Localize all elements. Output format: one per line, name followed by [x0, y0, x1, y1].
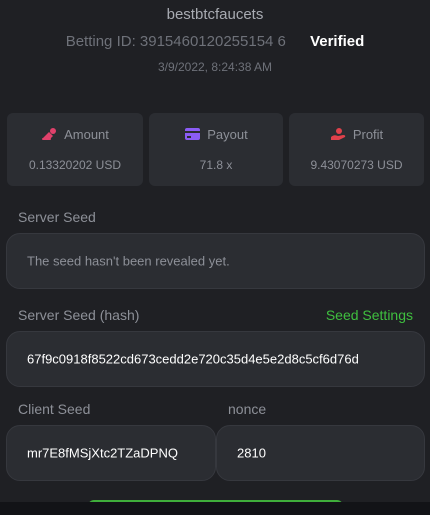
server-seed-hash-label: Server Seed (hash)	[18, 307, 140, 323]
server-seed-hash-value: 67f9c0918f8522cd673cedd2e720c35d4e5e2d8c…	[27, 351, 359, 367]
server-seed-value: The seed hasn't been revealed yet.	[27, 253, 230, 269]
server-seed-hash-field[interactable]: 67f9c0918f8522cd673cedd2e720c35d4e5e2d8c…	[6, 331, 425, 387]
amount-value: 0.13320202 USD	[28, 158, 122, 172]
amount-label: Amount	[64, 127, 109, 142]
nonce-field[interactable]: 2810	[216, 425, 425, 481]
profit-label: Profit	[352, 127, 384, 142]
seed-settings-link[interactable]: Seed Settings	[326, 307, 413, 323]
bet-info-line: Betting ID: 3915460120255154 6 Verified	[0, 33, 430, 50]
client-seed-label: Client Seed	[18, 401, 91, 417]
server-seed-label: Server Seed	[18, 209, 96, 225]
card-icon	[184, 127, 201, 141]
username: bestbtcfaucets	[166, 6, 264, 23]
verified-badge: Verified	[310, 33, 365, 50]
hand-money-icon	[330, 127, 347, 141]
payout-card: Payout 71.8 x	[149, 113, 283, 186]
profit-header: Profit	[289, 127, 424, 142]
amount-card: Amount 0.13320202 USD	[7, 113, 143, 186]
profit-card: Profit 9.43070273 USD	[289, 113, 424, 186]
betting-id: Betting ID: 3915460120255154 6	[65, 33, 286, 50]
payout-value: 71.8 x	[199, 158, 233, 172]
payout-label: Payout	[207, 127, 248, 142]
amount-header: Amount	[7, 127, 143, 142]
profit-value: 9.43070273 USD	[310, 158, 403, 172]
payout-header: Payout	[149, 127, 283, 142]
client-seed-value: mr7E8fMSjXtc2TZaDPNQ	[27, 445, 178, 461]
client-seed-field[interactable]: mr7E8fMSjXtc2TZaDPNQ	[6, 425, 216, 481]
nonce-label: nonce	[228, 401, 267, 417]
server-seed-field[interactable]: The seed hasn't been revealed yet.	[6, 233, 425, 289]
bottom-bar	[0, 502, 430, 515]
coins-icon	[41, 127, 58, 141]
nonce-value: 2810	[237, 445, 266, 461]
bet-details-panel: bestbtcfaucets Betting ID: 3915460120255…	[0, 0, 430, 515]
bet-timestamp: 3/9/2022, 8:24:38 AM	[157, 60, 273, 74]
